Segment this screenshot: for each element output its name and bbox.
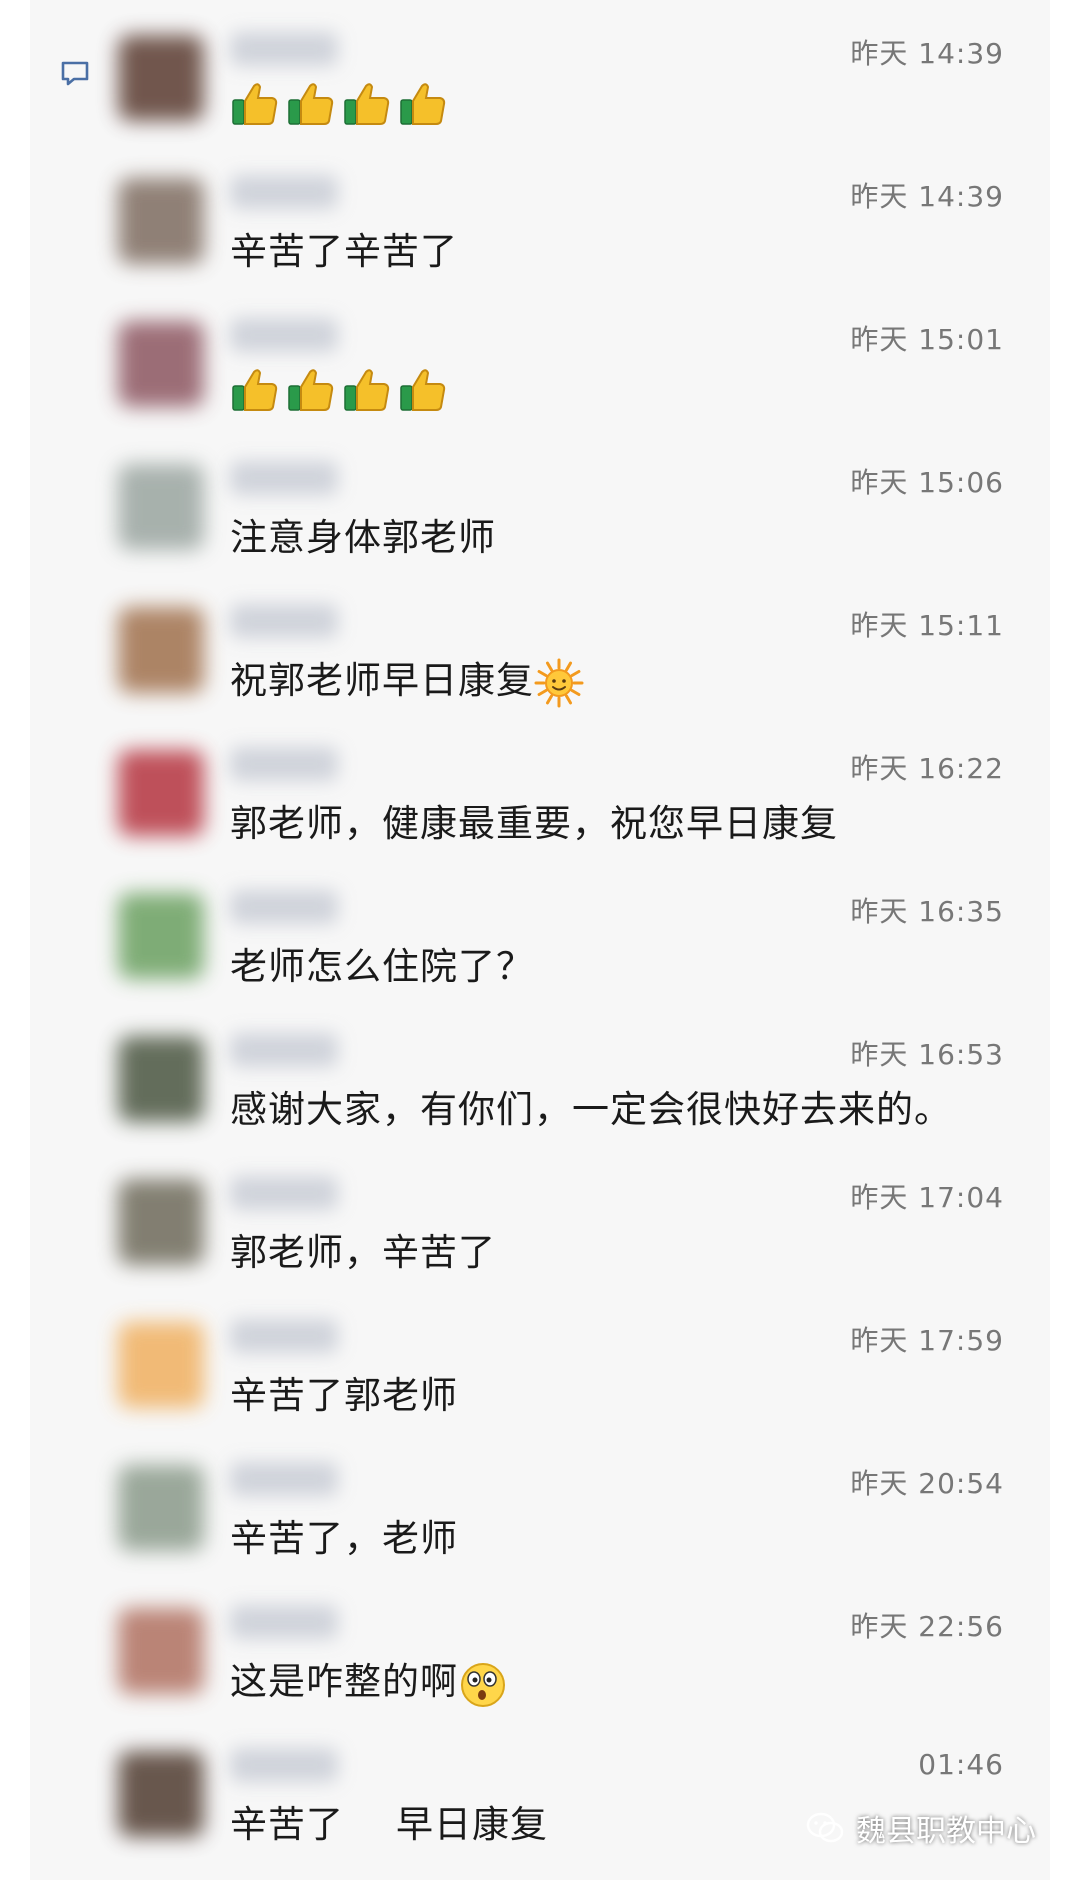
message-item[interactable]: 昨天 15:06 注意身体郭老师: [30, 429, 1050, 572]
nickname-blurred: [230, 1319, 338, 1353]
message-item[interactable]: 昨天 14:39 辛苦了辛苦了: [30, 143, 1050, 286]
message-text: 感谢大家，有你们，一定会很快好去来的。: [230, 1079, 952, 1133]
thumbs-up-icon: [398, 364, 448, 414]
message-content: 注意身体郭老师: [230, 516, 496, 559]
watermark-text: 魏县职教中心: [856, 1814, 1036, 1849]
timestamp: 昨天 15:11: [850, 609, 1004, 642]
avatar[interactable]: [118, 178, 204, 264]
avatar[interactable]: [118, 1322, 204, 1408]
avatar[interactable]: [118, 1036, 204, 1122]
timestamp: 昨天 20:54: [850, 1467, 1004, 1500]
avatar[interactable]: [118, 1751, 204, 1837]
message-text: [230, 78, 448, 128]
thumbs-up-icon: [230, 364, 280, 414]
nickname-blurred: [230, 1462, 338, 1496]
message-item[interactable]: 昨天 15:11 祝郭老师早日康复: [30, 572, 1050, 715]
thumbs-up-icon: [286, 78, 336, 128]
avatar[interactable]: [118, 1179, 204, 1265]
blank-gap: [344, 1807, 396, 1847]
nickname-blurred: [230, 604, 338, 638]
thumbs-up-icon: [286, 364, 336, 414]
avatar[interactable]: [118, 321, 204, 407]
thumbs-up-icon: [230, 78, 280, 128]
nickname-blurred: [230, 175, 338, 209]
message-text: [230, 364, 448, 414]
message-item[interactable]: 昨天 22:56 这是咋整的啊: [30, 1573, 1050, 1716]
sun-icon: [534, 658, 584, 708]
nickname-blurred: [230, 747, 338, 781]
message-text: 这是咋整的啊: [230, 1651, 508, 1709]
message-content: 辛苦了: [230, 1803, 344, 1846]
message-item[interactable]: 昨天 17:04 郭老师，辛苦了: [30, 1144, 1050, 1287]
timestamp: 昨天 17:04: [850, 1181, 1004, 1214]
message-content: 这是咋整的啊: [230, 1660, 458, 1703]
avatar[interactable]: [118, 35, 204, 121]
nickname-blurred: [230, 890, 338, 924]
nickname-blurred: [230, 1033, 338, 1067]
nickname-blurred: [230, 1605, 338, 1639]
message-item[interactable]: 昨天 16:22 郭老师，健康最重要，祝您早日康复: [30, 715, 1050, 858]
message-item[interactable]: 昨天 15:01: [30, 286, 1050, 429]
message-content: 辛苦了郭老师: [230, 1374, 458, 1417]
message-content-after: 早日康复: [396, 1803, 548, 1846]
emoji-group: [458, 1659, 508, 1709]
emoji-group: [230, 364, 448, 414]
nickname-blurred: [230, 1176, 338, 1210]
timestamp: 昨天 16:22: [850, 752, 1004, 785]
emoji-group: [230, 78, 448, 128]
avatar[interactable]: [118, 607, 204, 693]
message-text: 老师怎么住院了？: [230, 936, 534, 990]
avatar[interactable]: [118, 750, 204, 836]
message-list: 昨天 14:39 昨天 14:39 辛苦了辛苦了昨天 15:01 昨天 15:06 注意…: [30, 0, 1050, 1859]
message-content: 辛苦了辛苦了: [230, 230, 458, 273]
watermark: 魏县职教中心: [804, 1806, 1036, 1850]
emoji-group: [534, 658, 584, 708]
message-text: 祝郭老师早日康复: [230, 650, 584, 708]
message-content: 老师怎么住院了？: [230, 945, 534, 988]
message-content: 郭老师，辛苦了: [230, 1231, 496, 1274]
thumbs-up-icon: [342, 78, 392, 128]
avatar[interactable]: [118, 1608, 204, 1694]
nickname-blurred: [230, 461, 338, 495]
message-item[interactable]: 昨天 16:53 感谢大家，有你们，一定会很快好去来的。: [30, 1001, 1050, 1144]
message-text: 郭老师，辛苦了: [230, 1222, 496, 1276]
message-item[interactable]: 昨天 16:35 老师怎么住院了？: [30, 858, 1050, 1001]
message-content: 感谢大家，有你们，一定会很快好去来的。: [230, 1088, 952, 1131]
thumbs-up-icon: [342, 364, 392, 414]
message-content: 祝郭老师早日康复: [230, 659, 534, 702]
surprised-face-icon: [458, 1659, 508, 1709]
message-item[interactable]: 昨天 17:59 辛苦了郭老师: [30, 1287, 1050, 1430]
thumbs-up-icon: [398, 78, 448, 128]
message-text: 注意身体郭老师: [230, 507, 496, 561]
message-content: 辛苦了，老师: [230, 1517, 458, 1560]
message-item[interactable]: 昨天 14:39: [30, 0, 1050, 143]
message-text: 郭老师，健康最重要，祝您早日康复: [230, 793, 838, 847]
message-text: 辛苦了，老师: [230, 1508, 458, 1562]
timestamp: 昨天 17:59: [850, 1324, 1004, 1357]
avatar[interactable]: [118, 1465, 204, 1551]
message-content: 郭老师，健康最重要，祝您早日康复: [230, 802, 838, 845]
timestamp: 昨天 14:39: [850, 37, 1004, 70]
avatar[interactable]: [118, 893, 204, 979]
timestamp: 01:46: [918, 1748, 1004, 1781]
avatar[interactable]: [118, 464, 204, 550]
timestamp: 昨天 15:06: [850, 466, 1004, 499]
timestamp: 昨天 22:56: [850, 1610, 1004, 1643]
nickname-blurred: [230, 318, 338, 352]
nickname-blurred: [230, 32, 338, 66]
timestamp: 昨天 16:53: [850, 1038, 1004, 1071]
message-item[interactable]: 昨天 20:54 辛苦了，老师: [30, 1430, 1050, 1573]
message-text: 辛苦了 早日康复: [230, 1794, 548, 1848]
page: 昨天 14:39 昨天 14:39 辛苦了辛苦了昨天 15:01 昨天 15:06 注意…: [0, 0, 1080, 1880]
timestamp: 昨天 15:01: [850, 323, 1004, 356]
nickname-blurred: [230, 1748, 338, 1782]
timestamp: 昨天 16:35: [850, 895, 1004, 928]
timestamp: 昨天 14:39: [850, 180, 1004, 213]
message-text: 辛苦了郭老师: [230, 1365, 458, 1419]
wechat-icon: [804, 1807, 846, 1849]
message-text: 辛苦了辛苦了: [230, 221, 458, 275]
